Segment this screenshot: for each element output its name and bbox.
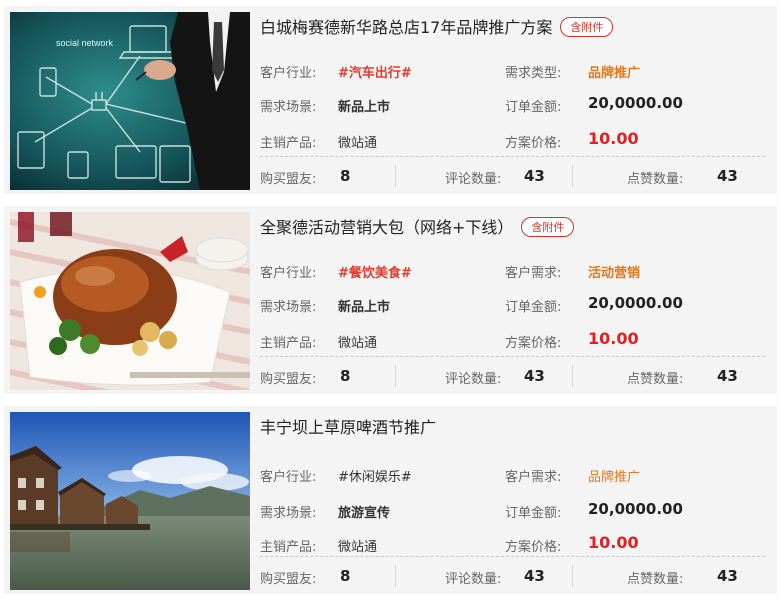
info-row-1: 客户行业: #休闲娱乐# 客户需求: 品牌推广 <box>260 458 765 488</box>
buyers-count: 8 <box>340 167 351 185</box>
order-amount-value: 20,0000.00 <box>588 500 683 518</box>
buyers-label: 购买盟友: <box>260 172 317 187</box>
stats-separator <box>572 365 573 387</box>
case-thumbnail-1[interactable]: social network <box>10 12 250 190</box>
order-amount-value: 20,0000.00 <box>588 294 683 312</box>
image-caption: social network <box>56 38 114 48</box>
buyers-label: 购买盟友: <box>260 572 317 587</box>
product-label: 主销产品: <box>260 540 317 555</box>
plan-price-value: 10.00 <box>588 329 639 348</box>
case-title[interactable]: 白城梅赛德新华路总店17年品牌推广方案 含附件 <box>260 14 614 38</box>
product-label: 主销产品: <box>260 336 317 351</box>
product-value: 微站通 <box>338 540 378 555</box>
scene-label: 需求场景: <box>260 506 317 521</box>
stats-separator <box>572 565 573 587</box>
stats-separator <box>572 165 573 187</box>
info-row-3: 主销产品: 微站通 方案价格: 10.00 <box>260 528 765 558</box>
attachment-badge: 含附件 <box>521 217 575 237</box>
plan-price-label: 方案价格: <box>505 336 562 351</box>
social-network-image: social network <box>10 12 250 190</box>
info-row-1: 客户行业: #餐饮美食# 客户需求: 活动营销 <box>260 254 765 284</box>
likes-label: 点赞数量: <box>627 572 684 587</box>
case-title[interactable]: 全聚德活动营销大包（网络+下线） 含附件 <box>260 214 575 238</box>
client-need-label: 客户需求: <box>505 266 562 281</box>
case-title-text[interactable]: 全聚德活动营销大包（网络+下线） <box>260 218 513 237</box>
order-amount-value: 20,0000.00 <box>588 94 683 112</box>
divider <box>260 356 765 357</box>
industry-tag[interactable]: #汽车出行# <box>338 62 412 81</box>
comments-label: 评论数量: <box>445 572 502 587</box>
stats-separator <box>395 365 396 387</box>
demand-type-label: 需求类型: <box>505 66 562 81</box>
roast-turkey-image <box>10 212 250 390</box>
info-row-1: 客户行业: #汽车出行# 需求类型: 品牌推广 <box>260 54 765 84</box>
product-label: 主销产品: <box>260 136 317 151</box>
stats-row: 购买盟友: 8 评论数量: 43 点赞数量: 43 <box>260 561 765 591</box>
info-row-2: 需求场景: 新品上市 订单金额: 20,0000.00 <box>260 88 765 118</box>
stats-row: 购买盟友: 8 评论数量: 43 点赞数量: 43 <box>260 161 765 191</box>
client-need-value[interactable]: 活动营销 <box>588 262 640 281</box>
divider <box>260 556 765 557</box>
likes-label: 点赞数量: <box>627 172 684 187</box>
likes-count: 43 <box>717 367 738 385</box>
case-title-text[interactable]: 白城梅赛德新华路总店17年品牌推广方案 <box>260 18 552 37</box>
grassland-lake-image <box>10 412 250 590</box>
industry-label: 客户行业: <box>260 66 317 81</box>
comments-label: 评论数量: <box>445 172 502 187</box>
order-amount-label: 订单金额: <box>505 506 562 521</box>
case-thumbnail-3[interactable] <box>10 412 250 590</box>
plan-price-value: 10.00 <box>588 533 639 552</box>
product-value: 微站通 <box>338 336 378 351</box>
scene-label: 需求场景: <box>260 300 317 315</box>
stats-row: 购买盟友: 8 评论数量: 43 点赞数量: 43 <box>260 361 765 391</box>
order-amount-label: 订单金额: <box>505 300 562 315</box>
comments-label: 评论数量: <box>445 372 502 387</box>
plan-price-label: 方案价格: <box>505 136 562 151</box>
buyers-count: 8 <box>340 367 351 385</box>
likes-count: 43 <box>717 167 738 185</box>
likes-count: 43 <box>717 567 738 585</box>
case-thumbnail-2[interactable] <box>10 212 250 390</box>
demand-type-value[interactable]: 品牌推广 <box>588 62 640 81</box>
plan-price-label: 方案价格: <box>505 540 562 555</box>
case-title[interactable]: 丰宁坝上草原啤酒节推广 <box>260 414 436 438</box>
comments-count: 43 <box>524 567 545 585</box>
industry-label: 客户行业: <box>260 266 317 281</box>
case-card-3[interactable]: 丰宁坝上草原啤酒节推广 客户行业: #休闲娱乐# 客户需求: 品牌推广 需求场景… <box>4 406 777 594</box>
scene-value: 旅游宣传 <box>338 506 391 521</box>
client-need-label: 客户需求: <box>505 470 562 485</box>
industry-tag[interactable]: #餐饮美食# <box>338 262 412 281</box>
buyers-label: 购买盟友: <box>260 372 317 387</box>
industry-label: 客户行业: <box>260 470 317 485</box>
buyers-count: 8 <box>340 567 351 585</box>
info-row-3: 主销产品: 微站通 方案价格: 10.00 <box>260 324 765 354</box>
info-row-2: 需求场景: 旅游宣传 订单金额: 20,0000.00 <box>260 494 765 524</box>
scene-value: 新品上市 <box>338 100 391 115</box>
client-need-value[interactable]: 品牌推广 <box>588 466 640 485</box>
comments-count: 43 <box>524 367 545 385</box>
attachment-badge: 含附件 <box>560 17 614 37</box>
scene-value: 新品上市 <box>338 300 391 315</box>
order-amount-label: 订单金额: <box>505 100 562 115</box>
case-title-text[interactable]: 丰宁坝上草原啤酒节推广 <box>260 418 436 437</box>
stats-separator <box>395 165 396 187</box>
divider <box>260 156 765 157</box>
scene-label: 需求场景: <box>260 100 317 115</box>
likes-label: 点赞数量: <box>627 372 684 387</box>
product-value: 微站通 <box>338 136 378 151</box>
case-card-1[interactable]: social network 白城梅赛德新华路总店17年品牌推广方案 含附件 客户… <box>4 6 777 194</box>
comments-count: 43 <box>524 167 545 185</box>
stats-separator <box>395 565 396 587</box>
info-row-2: 需求场景: 新品上市 订单金额: 20,0000.00 <box>260 288 765 318</box>
industry-tag[interactable]: #休闲娱乐# <box>338 466 412 485</box>
info-row-3: 主销产品: 微站通 方案价格: 10.00 <box>260 124 765 154</box>
plan-price-value: 10.00 <box>588 129 639 148</box>
case-card-2[interactable]: 全聚德活动营销大包（网络+下线） 含附件 客户行业: #餐饮美食# 客户需求: 活… <box>4 206 777 394</box>
